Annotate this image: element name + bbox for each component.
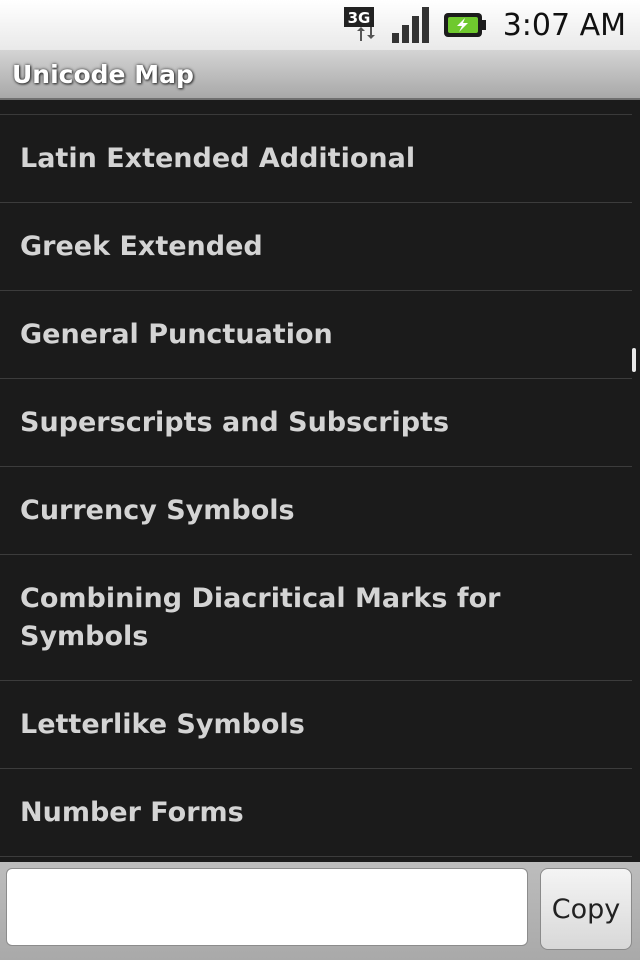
- status-bar: 3G 3:07 AM: [0, 0, 640, 50]
- status-clock: 3:07 AM: [502, 7, 626, 43]
- list-item-latin-extended-additional[interactable]: Latin Extended Additional: [0, 115, 632, 203]
- list-item-label: Superscripts and Subscripts: [20, 406, 450, 438]
- list-item-letterlike-symbols[interactable]: Letterlike Symbols: [0, 681, 632, 769]
- app-title: Unicode Map: [12, 59, 194, 89]
- signal-strength-icon: [391, 5, 433, 45]
- list-item-superscripts-and-subscripts[interactable]: Superscripts and Subscripts: [0, 379, 632, 467]
- list-item-label: Currency Symbols: [20, 494, 295, 526]
- list-item-greek-extended[interactable]: Greek Extended: [0, 203, 632, 291]
- list-item-number-forms[interactable]: Number Forms: [0, 769, 632, 857]
- unicode-block-list[interactable]: Latin Extended Additional Greek Extended…: [0, 114, 632, 861]
- list-item-label: Latin Extended Additional: [20, 142, 416, 174]
- list-item-label: Number Forms: [20, 796, 244, 828]
- list-item-label: General Punctuation: [20, 318, 333, 350]
- list-scrollbar[interactable]: [632, 348, 636, 372]
- battery-charging-icon: [441, 10, 487, 40]
- list-item-combining-diacritical-marks[interactable]: Combining Diacritical Marks for Symbols: [0, 555, 632, 681]
- list-item-label: Letterlike Symbols: [20, 708, 305, 740]
- list-item-label: Combining Diacritical Marks for Symbols: [20, 582, 501, 652]
- copy-button[interactable]: Copy: [540, 868, 632, 950]
- app-title-bar: Unicode Map: [0, 50, 640, 100]
- character-input[interactable]: [6, 868, 528, 946]
- network-label: 3G: [347, 9, 370, 27]
- list-item-label: Greek Extended: [20, 230, 263, 262]
- list-item-general-punctuation[interactable]: General Punctuation: [0, 291, 632, 379]
- network-3g-icon: 3G: [343, 5, 383, 45]
- list-item-currency-symbols[interactable]: Currency Symbols: [0, 467, 632, 555]
- bottom-bar: Copy: [0, 862, 640, 960]
